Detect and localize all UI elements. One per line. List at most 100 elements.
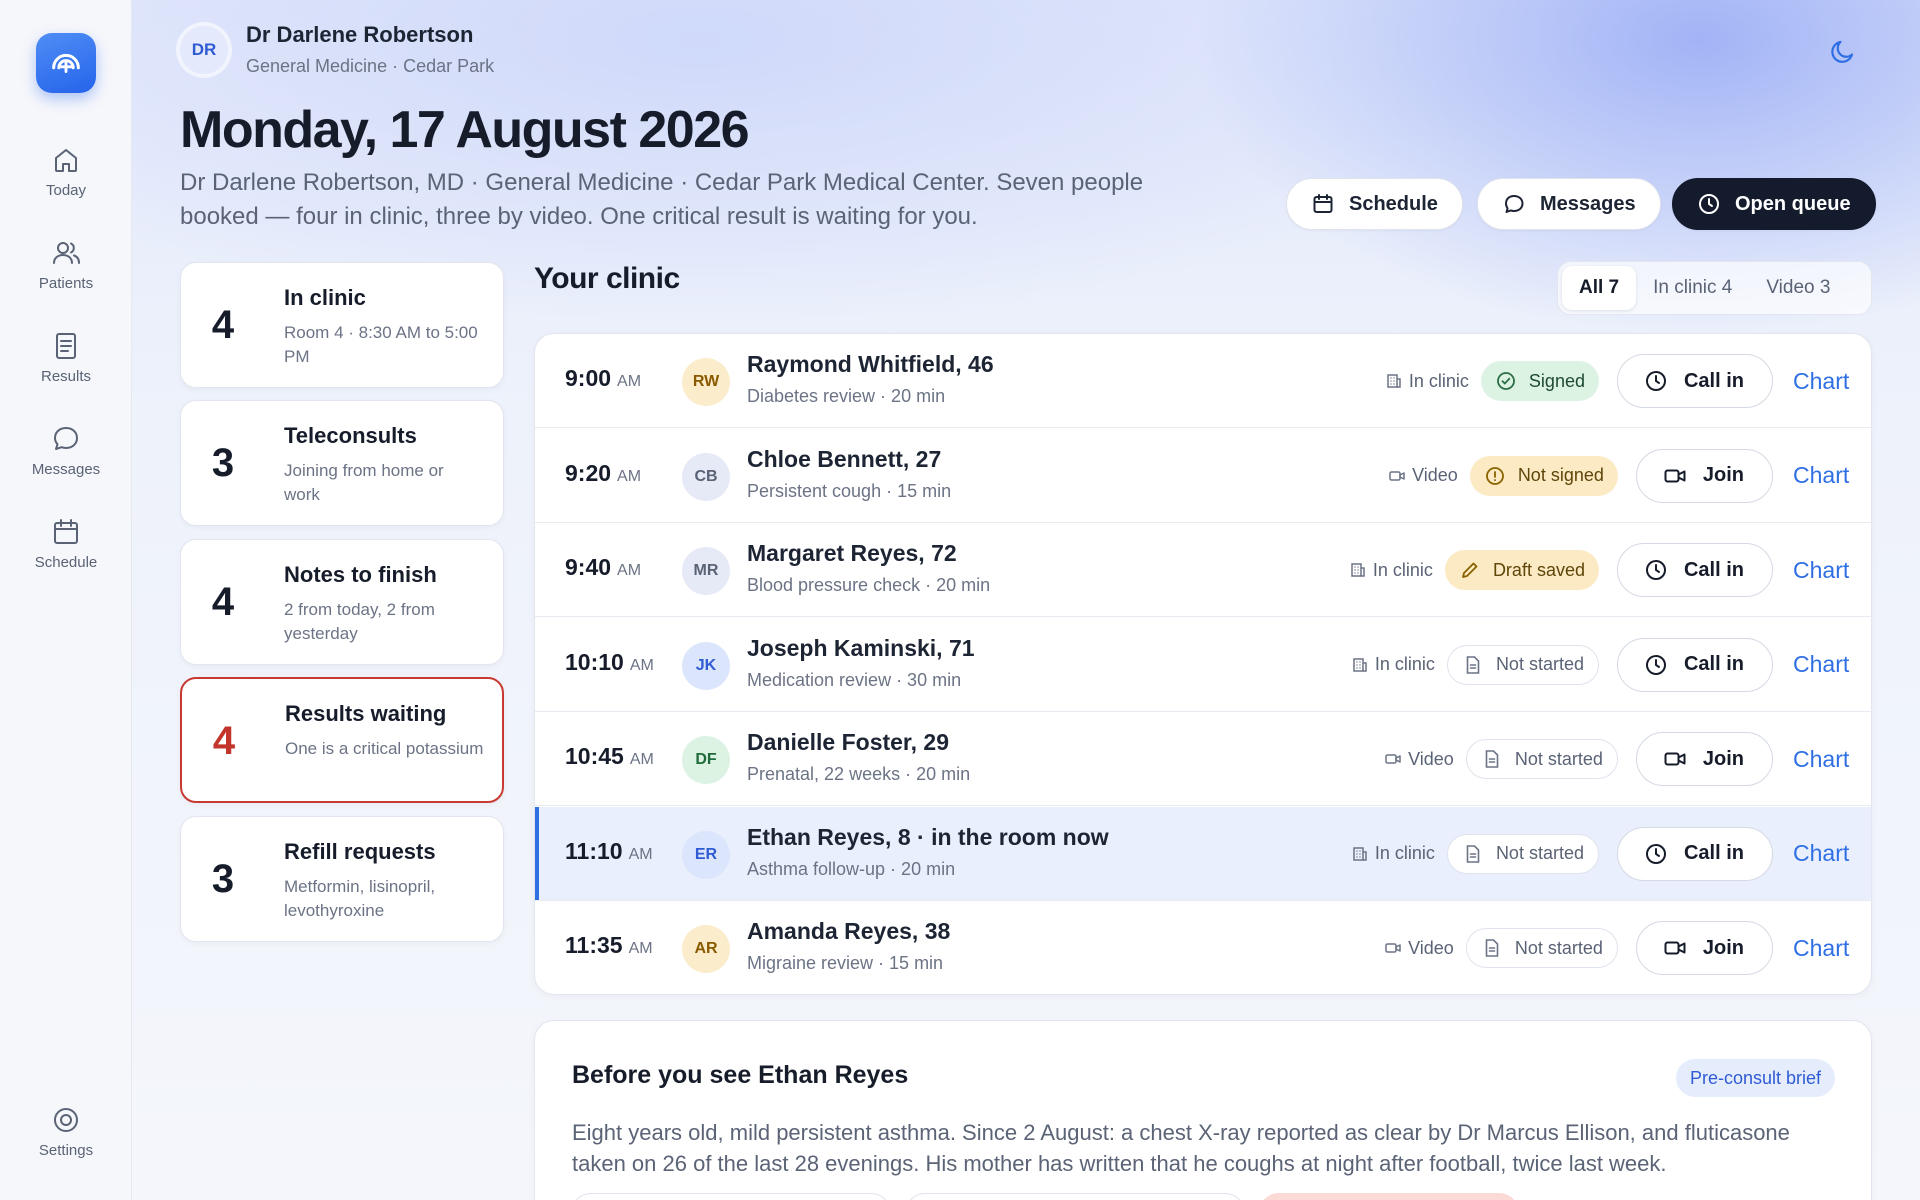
stat-card-results[interactable]: 4 Results waiting One is a critical pota… [180, 677, 504, 803]
brief-chip-alert[interactable] [1259, 1193, 1519, 1200]
stat-count: 4 [211, 303, 235, 347]
chart-link[interactable]: Chart [1793, 746, 1851, 773]
sidebar-item-patients[interactable]: Patients [0, 237, 132, 292]
stat-description: 2 from today, 2 from yesterday [284, 600, 435, 643]
patient-name[interactable]: Ethan Reyes, 8 · in the room now [747, 824, 1109, 851]
stat-count: 3 [211, 441, 235, 485]
moon-icon[interactable] [1828, 36, 1858, 66]
patient-avatar: RW [682, 358, 730, 406]
appointment-time: 9:00 AM [565, 365, 641, 392]
patient-name[interactable]: Margaret Reyes, 72 [747, 540, 957, 567]
visit-mode-label: Video [1408, 748, 1454, 769]
chart-link[interactable]: Chart [1793, 840, 1851, 867]
patient-avatar: JK [682, 641, 730, 690]
tab-all[interactable]: All 7 [1562, 266, 1637, 310]
sidebar-item-label: Results [40, 368, 92, 385]
sidebar-item-schedule[interactable]: Schedule [0, 516, 132, 571]
visit-mode: In clinic [1351, 843, 1435, 864]
time-ampm: AM [617, 467, 642, 485]
brief-badge: Pre-consult brief [1675, 1059, 1835, 1097]
table-row[interactable]: 9:00 AM RW Raymond Whitfield, 46 Diabetes re… [535, 334, 1871, 428]
chart-link[interactable]: Chart [1793, 557, 1851, 584]
stat-card-refills[interactable]: 3 Refill requests Metformin, lisinopril,… [180, 816, 504, 942]
time-ampm: AM [617, 373, 642, 390]
avatar[interactable]: DR [180, 26, 228, 74]
open-queue-button[interactable]: Open queue [1672, 178, 1876, 230]
chart-link[interactable]: Chart [1793, 651, 1851, 678]
chart-link[interactable]: Chart [1793, 368, 1851, 395]
row-actions: Video Not started Join Chart [1384, 712, 1851, 806]
app-logo-icon[interactable] [36, 33, 96, 93]
brief-chip[interactable] [905, 1193, 1245, 1200]
sidebar-item-messages[interactable]: Messages [0, 423, 132, 478]
page-title: Monday, 17 August 2026 [180, 101, 750, 159]
action-label: Call in [1683, 653, 1744, 675]
join-button[interactable]: Join [1635, 448, 1773, 503]
call-in-button[interactable]: Call in [1616, 354, 1773, 408]
call-in-button[interactable]: Call in [1616, 543, 1773, 597]
status-badge: Draft saved [1444, 550, 1599, 590]
patient-name[interactable]: Raymond Whitfield, 46 [747, 351, 994, 378]
patient-name[interactable]: Chloe Bennett, 27 [747, 446, 941, 473]
pencil-icon [1462, 562, 1478, 578]
patient-name[interactable]: Amanda Reyes, 38 [747, 918, 950, 945]
sidebar-item-label: Schedule [34, 554, 98, 571]
table-row[interactable]: 10:10 AM JK Joseph Kaminski, 71 Medication r… [535, 618, 1871, 712]
home-icon [55, 149, 77, 172]
sidebar-item-today[interactable]: Today [0, 144, 132, 199]
stat-description: Metformin, lisinopril, levothyroxine [284, 877, 436, 920]
schedule-button[interactable]: Schedule [1286, 178, 1463, 230]
stat-card-in-clinic[interactable]: 4 In clinic Room 4 · 8:30 AM to 5:00 PM [180, 262, 504, 388]
clock-icon [1645, 371, 1666, 391]
visit-mode-label: In clinic [1408, 370, 1469, 391]
sidebar-item-results[interactable]: Results [0, 330, 132, 385]
video-camera-icon [1664, 469, 1686, 482]
stat-title: Notes to finish [284, 562, 437, 587]
table-row[interactable]: 10:45 AM DF Danielle Foster, 29 Prenatal, 22… [535, 712, 1871, 806]
calendar-icon [1313, 194, 1333, 213]
pre-consult-brief: Before you see Ethan Reyes Pre-consult b… [534, 1020, 1872, 1200]
join-button[interactable]: Join [1635, 921, 1773, 975]
stat-title: Refill requests [284, 839, 436, 864]
chart-link[interactable]: Chart [1793, 935, 1851, 962]
action-label: Call in [1683, 558, 1744, 581]
join-button[interactable]: Join [1635, 732, 1773, 786]
time-ampm: AM [629, 656, 654, 674]
call-in-button[interactable]: Call in [1616, 826, 1773, 881]
stat-card-teleconsults[interactable]: 3 Teleconsults Joining from home or work [180, 400, 504, 526]
chat-icon [54, 427, 78, 450]
action-label: Call in [1683, 842, 1744, 864]
building-icon [1351, 563, 1365, 577]
chart-link[interactable]: Chart [1793, 462, 1851, 489]
table-row[interactable]: 9:40 AM MR Margaret Reyes, 72 Blood pressure… [535, 523, 1871, 617]
visit-mode: Video [1388, 465, 1458, 486]
tab-in-clinic[interactable]: In clinic 4 [1636, 266, 1749, 310]
row-actions: In clinic Draft saved Call in Chart [1349, 523, 1851, 617]
status-label: Not started [1495, 843, 1584, 863]
stat-title: Teleconsults [284, 423, 417, 448]
document-icon [1466, 844, 1480, 863]
status-badge: Not started [1446, 833, 1599, 874]
document-icon [1485, 750, 1499, 768]
patient-name[interactable]: Joseph Kaminski, 71 [747, 635, 975, 662]
call-in-button[interactable]: Call in [1616, 637, 1773, 692]
table-row[interactable]: 9:20 AM CB Chloe Bennett, 27 Persistent coug… [535, 429, 1871, 523]
document-icon [1485, 939, 1499, 957]
document-icon [56, 333, 76, 359]
appointment-reason: Asthma follow-up · 20 min [747, 858, 956, 879]
open-queue-button-label: Open queue [1735, 192, 1851, 215]
sidebar-item-settings[interactable]: Settings [0, 1104, 132, 1159]
appointment-reason: Diabetes review · 20 min [747, 386, 946, 406]
stat-card-notes[interactable]: 4 Notes to finish 2 from today, 2 from y… [180, 539, 504, 665]
table-row[interactable]: 11:10 AM ER Ethan Reyes, 8 · in the room no… [535, 806, 1871, 901]
appointment-time: 9:40 AM [565, 554, 641, 581]
status-badge: Signed [1480, 361, 1599, 401]
brief-chip[interactable] [571, 1193, 891, 1200]
time-value: 11:35 [565, 932, 623, 958]
messages-button[interactable]: Messages [1477, 178, 1661, 230]
tab-video[interactable]: Video 3 [1749, 266, 1847, 310]
table-row[interactable]: 11:35 AM AR Amanda Reyes, 38 Migraine review… [535, 901, 1871, 994]
visit-mode: Video [1384, 749, 1454, 770]
patient-name[interactable]: Danielle Foster, 29 [747, 729, 949, 756]
video-icon [1385, 943, 1401, 953]
